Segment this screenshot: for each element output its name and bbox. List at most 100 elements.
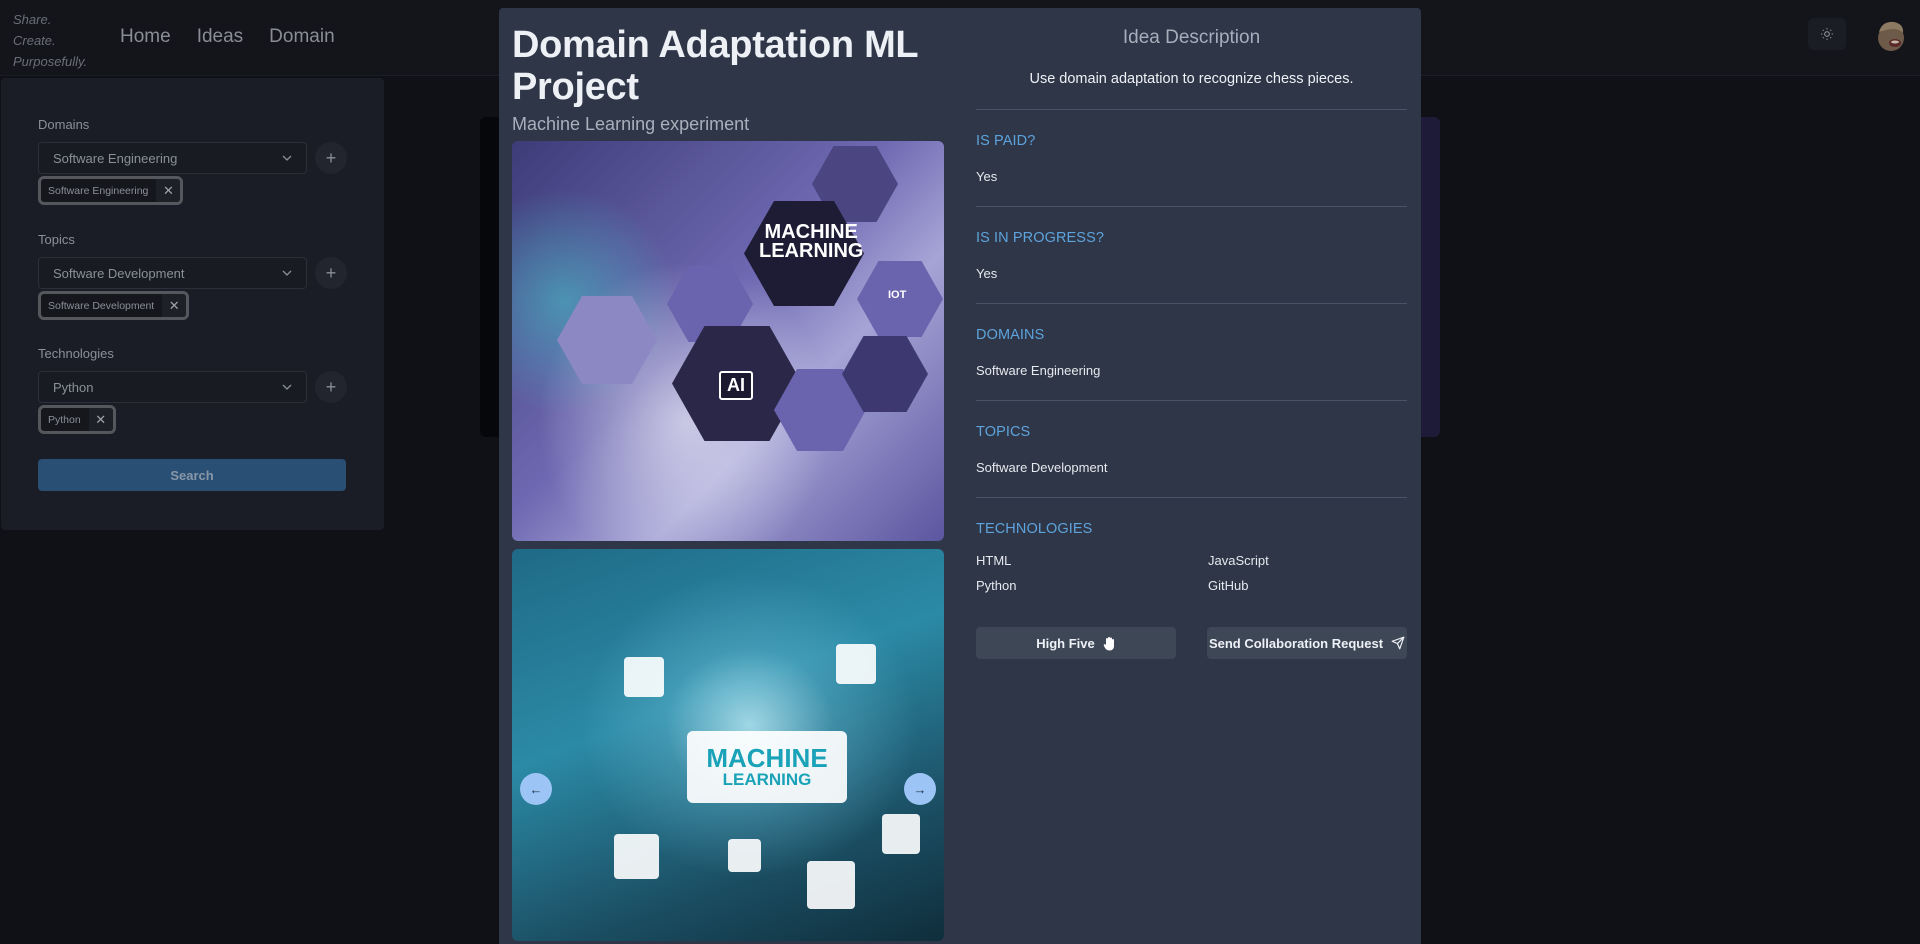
modal-right-column: Idea Description Use domain adaptation t… xyxy=(976,8,1407,659)
section-technologies: TECHNOLOGIES HTML JavaScript Python GitH… xyxy=(976,498,1407,593)
modal-left-column: Domain Adaptation ML Project Machine Lea… xyxy=(512,8,944,941)
remove-chip-button[interactable]: ✕ xyxy=(88,408,113,431)
filter-sidebar: Domains Software Engineering + Software … xyxy=(1,78,384,530)
selected-chip: Software Engineering ✕ xyxy=(38,176,184,205)
ml-hex-line: LEARNING xyxy=(759,240,864,262)
filter-label: Domains xyxy=(38,117,90,132)
compass-tile xyxy=(728,839,761,872)
iot-label: IOT xyxy=(888,289,907,301)
technology-item: HTML xyxy=(976,553,1012,568)
section-title: DOMAINS xyxy=(976,327,1045,343)
nav-link-ideas[interactable]: Ideas xyxy=(197,26,243,48)
chevron-down-icon xyxy=(282,270,292,276)
tagline-line: Create. xyxy=(13,33,56,48)
bulb-tile xyxy=(882,814,920,854)
high-five-button[interactable]: High Five xyxy=(976,627,1176,659)
filter-label: Topics xyxy=(38,232,75,247)
arrow-right-icon: → xyxy=(913,781,927,797)
plus-icon: + xyxy=(325,262,337,283)
chip-label: Software Development xyxy=(48,299,155,312)
section-domains: DOMAINS Software Engineering xyxy=(976,304,1407,401)
satellite-hex xyxy=(557,296,657,384)
project-subtitle: Machine Learning experiment xyxy=(512,114,750,134)
chip-label: Software Engineering xyxy=(48,184,149,197)
section-title: IS PAID? xyxy=(976,133,1036,149)
close-icon: ✕ xyxy=(162,182,174,198)
tagline-line: Purposefully. xyxy=(13,54,88,69)
ml-hex-label: MACHINE LEARNING xyxy=(759,222,864,262)
remove-chip-button[interactable]: ✕ xyxy=(162,294,187,317)
collaboration-label: Send Collaboration Request xyxy=(1208,635,1384,651)
high-five-label: High Five xyxy=(1036,635,1095,651)
add-topic-button[interactable]: + xyxy=(315,257,347,289)
remove-chip-button[interactable]: ✕ xyxy=(156,179,181,202)
arrow-left-icon: ← xyxy=(529,781,543,797)
filter-domains: Domains Software Engineering + Software … xyxy=(38,117,348,205)
user-avatar-icon xyxy=(1878,21,1904,51)
tagline: Share. Create. Purposefully. xyxy=(13,9,87,72)
send-icon xyxy=(1391,636,1405,650)
section-value: Software Engineering xyxy=(976,363,1101,378)
filter-technologies: Technologies Python + Python ✕ xyxy=(38,346,348,434)
topics-select[interactable]: Software Development xyxy=(38,257,307,289)
section-value: Yes xyxy=(976,266,998,281)
section-topics: TOPICS Software Development xyxy=(976,401,1407,498)
select-value: Python xyxy=(53,379,94,395)
nav-link-domain[interactable]: Domain xyxy=(269,26,334,48)
avatar[interactable] xyxy=(1874,18,1908,54)
chevron-down-icon xyxy=(282,384,292,390)
nav-links: Home Ideas Domain xyxy=(120,26,335,48)
idea-detail-modal: Domain Adaptation ML Project Machine Lea… xyxy=(499,8,1421,944)
technology-list: HTML JavaScript Python GitHub xyxy=(976,553,1407,593)
add-technology-button[interactable]: + xyxy=(315,371,347,403)
search-button[interactable]: Search xyxy=(38,459,346,491)
carousel-image: MACHINE LEARNING IOT AI xyxy=(512,141,944,541)
ml-banner-line: LEARNING xyxy=(722,770,812,789)
chevron-down-icon xyxy=(282,155,292,161)
ai-badge: AI xyxy=(719,371,753,400)
close-icon: ✕ xyxy=(168,297,180,313)
description-text: Use domain adaptation to recognize chess… xyxy=(1029,71,1354,87)
theme-toggle-button[interactable] xyxy=(1808,18,1846,50)
tree-tile xyxy=(614,834,659,879)
close-icon: ✕ xyxy=(95,411,107,427)
filter-topics: Topics Software Development + Software D… xyxy=(38,232,348,320)
tagline-line: Share. xyxy=(13,12,52,27)
carousel-next-button[interactable]: → xyxy=(904,773,936,805)
add-domain-button[interactable]: + xyxy=(315,142,347,174)
sun-icon xyxy=(1821,28,1833,40)
hand-icon xyxy=(1103,636,1114,650)
ml-banner-line: MACHINE xyxy=(706,743,828,773)
project-title: Domain Adaptation ML Project xyxy=(512,24,918,108)
nav-link-home[interactable]: Home xyxy=(120,26,171,48)
section-in-progress: IS IN PROGRESS? Yes xyxy=(976,207,1407,304)
send-collaboration-request-button[interactable]: Send Collaboration Request xyxy=(1207,627,1407,659)
ai-tile xyxy=(624,657,664,697)
selected-chip: Python ✕ xyxy=(38,405,116,434)
technology-item: JavaScript xyxy=(1208,553,1269,568)
plus-icon: + xyxy=(325,147,337,168)
plus-icon: + xyxy=(325,376,337,397)
section-is-paid: IS PAID? Yes xyxy=(976,110,1407,207)
section-value: Yes xyxy=(976,169,998,184)
carousel-prev-button[interactable]: ← xyxy=(520,773,552,805)
technology-item: Python xyxy=(976,578,1017,593)
carousel-image: MACHINE LEARNING ← → xyxy=(512,549,944,941)
section-title: TECHNOLOGIES xyxy=(976,521,1093,537)
ml-banner: MACHINE LEARNING xyxy=(687,731,847,803)
select-value: Software Development xyxy=(53,265,185,281)
gear-tile xyxy=(836,644,876,684)
selected-chip: Software Development ✕ xyxy=(38,291,190,320)
section-title: TOPICS xyxy=(976,424,1031,440)
chip-label: Python xyxy=(48,413,81,426)
technologies-select[interactable]: Python xyxy=(38,371,307,403)
section-value: Software Development xyxy=(976,460,1108,475)
select-value: Software Engineering xyxy=(53,150,178,166)
technology-item: GitHub xyxy=(1208,578,1249,593)
filter-label: Technologies xyxy=(38,346,114,361)
description-title: Idea Description xyxy=(1122,27,1261,48)
section-title: IS IN PROGRESS? xyxy=(976,230,1105,246)
chart-tile xyxy=(807,861,855,909)
modal-actions: High Five Send Collaboration Request xyxy=(976,627,1407,659)
domains-select[interactable]: Software Engineering xyxy=(38,142,307,174)
